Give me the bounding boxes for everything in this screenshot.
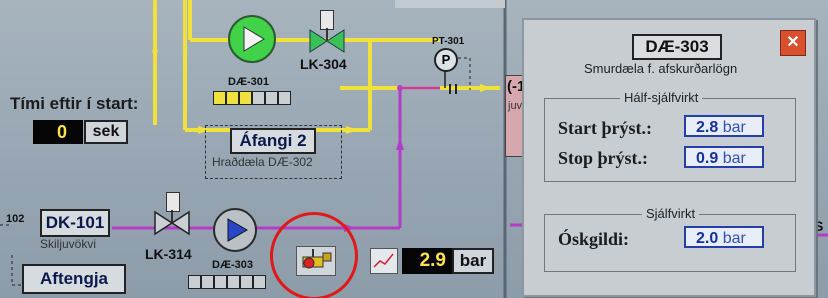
status-segment (265, 91, 278, 105)
status-segment (253, 275, 266, 289)
valve-actuator-icon (320, 10, 334, 30)
start-pressure-value: 2.8 (696, 119, 719, 136)
annotation-circle (270, 212, 358, 298)
partial-tag-sub: juv (508, 100, 523, 112)
semi-auto-group (544, 98, 796, 182)
pump-popup-dae303: DÆ-303 ✕ Smurdæla f. afskurðarlögn Hálf-… (522, 18, 816, 297)
trend-line-icon (373, 253, 394, 268)
start-pressure-unit: bar (722, 119, 746, 136)
valve-lk314-label: LK-314 (145, 246, 192, 262)
status-segment (278, 91, 291, 105)
status-segment (239, 91, 252, 105)
valve-lk304[interactable] (308, 28, 346, 54)
start-timer-unit: sek (84, 120, 128, 144)
close-icon[interactable]: ✕ (780, 30, 806, 56)
dk101-button[interactable]: DK-101 (40, 209, 110, 237)
pump-dae303-status-bar (188, 275, 266, 294)
desired-value: 2.0 (696, 230, 719, 247)
pump-triangle-icon (243, 26, 265, 52)
popup-title: DÆ-303 (632, 34, 722, 60)
start-timer-label: Tími eftir í start: (10, 94, 139, 113)
step-subtitle: Hraðdæla DÆ-302 (212, 155, 313, 169)
sensor-pt301-label: PT-301 (432, 36, 465, 47)
desired-value-unit: bar (722, 230, 746, 247)
desired-value-label: Óskgildi: (558, 229, 630, 249)
pump-dae303[interactable] (213, 208, 257, 252)
auto-group-label: Sjálfvirkt (642, 206, 700, 221)
pump-dae301[interactable] (228, 15, 276, 63)
status-segment (226, 91, 239, 105)
stop-pressure-input[interactable]: 0.9 bar (684, 146, 764, 168)
flow-arrow (480, 84, 492, 92)
trend-chart-icon[interactable] (370, 248, 398, 274)
pump-dae301-label: DÆ-301 (228, 76, 269, 88)
scada-screen: (-1 juv DÆ-301 LK-304 PT-301 P Tími efti… (0, 0, 828, 298)
pump-triangle-icon (227, 218, 248, 242)
start-timer-value: 0 (33, 120, 83, 144)
valve-lk304-label: LK-304 (300, 56, 347, 72)
start-pressure-label: Start þrýst.: (558, 118, 652, 138)
pressure-value: 2.9 (402, 248, 452, 274)
start-pressure-input[interactable]: 2.8 bar (684, 115, 764, 137)
status-segment (201, 275, 214, 289)
flow-arrow (346, 126, 358, 134)
pump-dae303-label: DÆ-303 (212, 259, 253, 271)
step-button[interactable]: Áfangi 2 (230, 128, 316, 154)
flow-arrow (152, 50, 158, 62)
status-segment (188, 275, 201, 289)
status-segment (213, 91, 226, 105)
semi-auto-group-label: Hálf-sjálfvirkt (620, 90, 703, 105)
pump-dae301-status-bar (213, 91, 291, 110)
stop-pressure-value: 0.9 (696, 150, 719, 167)
valve-lk314[interactable] (153, 210, 191, 236)
popup-subtitle: Smurdæla f. afskurðarlögn (584, 61, 738, 76)
pressure-unit: bar (452, 248, 494, 274)
aftengja-button[interactable]: Aftengja (22, 264, 126, 294)
pressure-sensor-icon[interactable]: P (434, 48, 458, 72)
status-segment (227, 275, 240, 289)
valve-actuator-icon (166, 192, 180, 212)
status-segment (252, 91, 265, 105)
flow-arrow (396, 138, 404, 150)
status-segment (214, 275, 227, 289)
stop-pressure-unit: bar (722, 150, 746, 167)
pipe-junction (397, 85, 403, 91)
status-segment (240, 275, 253, 289)
dk101-left-number: 102 (6, 213, 25, 225)
top-frame (395, 0, 505, 8)
stop-pressure-label: Stop þrýst.: (558, 148, 649, 168)
dk101-subtitle: Skiljuvökvi (40, 237, 97, 251)
desired-value-input[interactable]: 2.0 bar (684, 226, 764, 248)
